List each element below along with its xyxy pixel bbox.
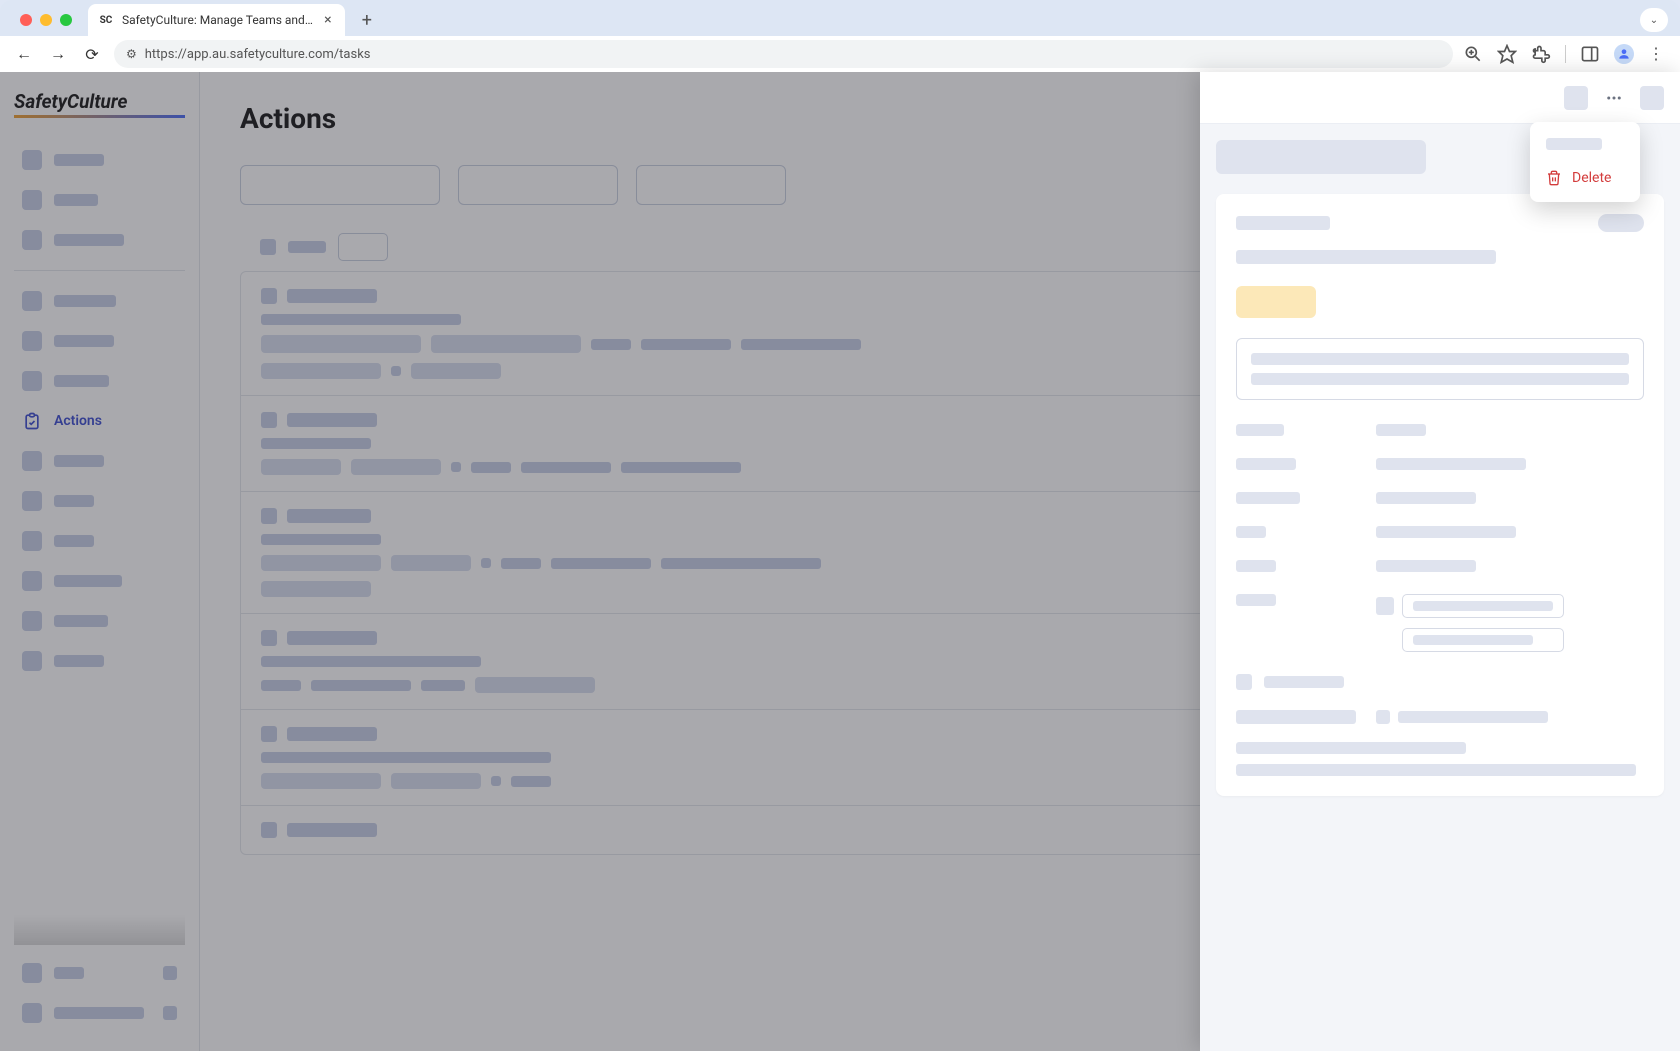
checkbox[interactable] bbox=[260, 239, 276, 255]
tab-close-icon[interactable]: × bbox=[321, 13, 335, 27]
nav-forward-icon[interactable]: → bbox=[46, 42, 70, 66]
sidebar-item-actions[interactable]: Actions bbox=[14, 401, 185, 441]
menu-item-label: Delete bbox=[1572, 170, 1611, 186]
sidebar-item[interactable] bbox=[14, 361, 185, 401]
sidebar-item[interactable] bbox=[14, 441, 185, 481]
sidebar-item[interactable] bbox=[14, 281, 185, 321]
browser-chrome: SC SafetyCulture: Manage Teams and… × + … bbox=[0, 0, 1680, 72]
sidebar-item[interactable] bbox=[14, 601, 185, 641]
sidebar-item[interactable] bbox=[14, 180, 185, 220]
site-settings-icon[interactable]: ⚙ bbox=[126, 47, 137, 61]
url-field[interactable]: ⚙ https://app.au.safetyculture.com/tasks bbox=[114, 40, 1453, 68]
tab-bar: SC SafetyCulture: Manage Teams and… × + … bbox=[0, 0, 1680, 36]
sort-select[interactable] bbox=[338, 233, 388, 261]
menu-item[interactable] bbox=[1530, 128, 1640, 160]
url-text: https://app.au.safetyculture.com/tasks bbox=[145, 47, 371, 62]
sidebar: SafetyCulture Actions bbox=[0, 72, 200, 1051]
action-detail-drawer: Delete bbox=[1200, 72, 1680, 1051]
app-logo: SafetyCulture bbox=[14, 90, 185, 118]
window-minimize-button[interactable] bbox=[40, 14, 52, 26]
browser-tab[interactable]: SC SafetyCulture: Manage Teams and… × bbox=[88, 4, 345, 36]
menu-item-delete[interactable]: Delete bbox=[1530, 160, 1640, 196]
sidebar-item[interactable] bbox=[14, 220, 185, 260]
bookmark-icon[interactable] bbox=[1497, 44, 1517, 64]
chrome-menu-icon[interactable]: ⋮ bbox=[1648, 44, 1668, 64]
drawer-header-action[interactable] bbox=[1564, 86, 1588, 110]
tab-favicon-icon: SC bbox=[98, 12, 114, 28]
more-options-button[interactable] bbox=[1600, 84, 1628, 112]
sidebar-item[interactable] bbox=[14, 321, 185, 361]
actions-icon bbox=[22, 411, 42, 431]
zoom-icon[interactable] bbox=[1463, 44, 1483, 64]
more-horizontal-icon bbox=[1605, 89, 1623, 107]
sidepanel-icon[interactable] bbox=[1580, 44, 1600, 64]
nav-back-icon[interactable]: ← bbox=[12, 42, 36, 66]
sidebar-item[interactable] bbox=[14, 953, 185, 993]
profile-icon[interactable] bbox=[1614, 44, 1634, 64]
sidebar-item-label: Actions bbox=[54, 413, 102, 429]
more-options-menu: Delete bbox=[1530, 122, 1640, 202]
tab-title: SafetyCulture: Manage Teams and… bbox=[122, 13, 313, 27]
sidebar-item[interactable] bbox=[14, 521, 185, 561]
action-title-skeleton bbox=[1216, 140, 1426, 174]
filter-input[interactable] bbox=[458, 165, 618, 205]
tabs-dropdown-icon[interactable]: ⌄ bbox=[1640, 8, 1668, 32]
nav-reload-icon[interactable]: ⟳ bbox=[80, 42, 104, 66]
url-bar: ← → ⟳ ⚙ https://app.au.safetyculture.com… bbox=[0, 36, 1680, 72]
drawer-close-button[interactable] bbox=[1640, 86, 1664, 110]
trash-icon bbox=[1546, 170, 1562, 186]
filter-input[interactable] bbox=[240, 165, 440, 205]
extensions-icon[interactable] bbox=[1531, 44, 1551, 64]
sidebar-item[interactable] bbox=[14, 993, 185, 1033]
status-badge bbox=[1236, 286, 1316, 318]
sidebar-item[interactable] bbox=[14, 561, 185, 601]
sidebar-item[interactable] bbox=[14, 481, 185, 521]
sidebar-item[interactable] bbox=[14, 140, 185, 180]
new-tab-button[interactable]: + bbox=[353, 6, 381, 34]
window-close-button[interactable] bbox=[20, 14, 32, 26]
drawer-header: Delete bbox=[1200, 72, 1680, 124]
window-maximize-button[interactable] bbox=[60, 14, 72, 26]
window-controls bbox=[12, 14, 80, 26]
description-box[interactable] bbox=[1236, 338, 1644, 400]
sidebar-item[interactable] bbox=[14, 641, 185, 681]
label-chip[interactable] bbox=[1402, 594, 1564, 618]
action-details-panel bbox=[1216, 194, 1664, 796]
drawer-body bbox=[1200, 124, 1680, 1051]
filter-input[interactable] bbox=[636, 165, 786, 205]
label-chip[interactable] bbox=[1402, 628, 1564, 652]
